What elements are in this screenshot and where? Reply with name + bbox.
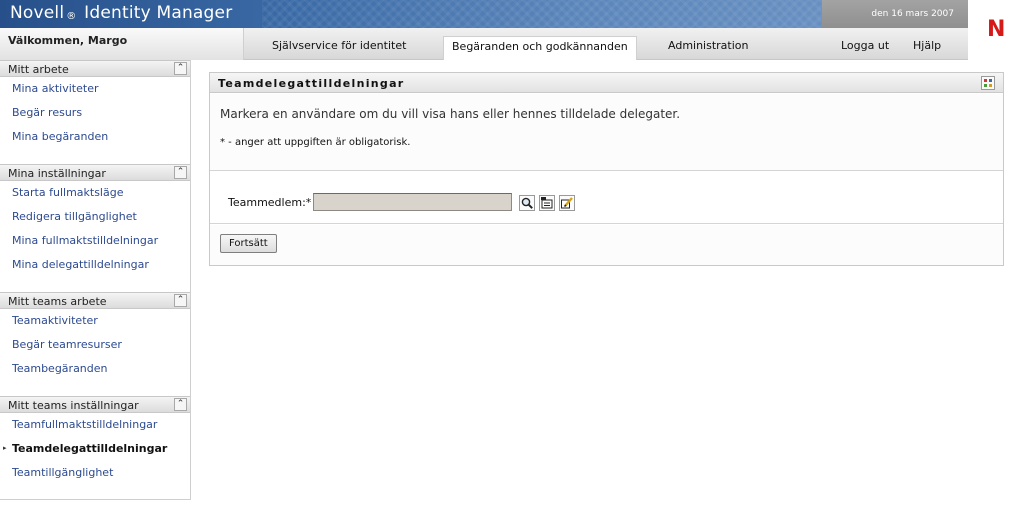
sidebar-section-my-work: Mitt arbete ⌃ Mina aktiviteter Begär res… bbox=[0, 60, 190, 149]
reset-edit-icon[interactable] bbox=[559, 195, 575, 211]
intro-area: Markera en användare om du vill visa han… bbox=[210, 94, 1003, 171]
sidebar-item-label: Starta fullmaktsläge bbox=[12, 186, 124, 199]
magnifier-icon[interactable] bbox=[519, 195, 535, 211]
sidebar-item-team-requests[interactable]: Teambegäranden bbox=[0, 357, 190, 381]
help-link[interactable]: Hjälp bbox=[913, 39, 941, 52]
sidebar-item-my-tasks[interactable]: Mina aktiviteter bbox=[0, 77, 190, 101]
sidebar-item-label: Teambegäranden bbox=[12, 362, 108, 375]
history-list-icon[interactable] bbox=[539, 195, 555, 211]
sidebar-section-title: Mitt teams inställningar bbox=[8, 399, 139, 412]
sidebar-item-request-resource[interactable]: Begär resurs bbox=[0, 101, 190, 125]
sidebar-item-label: Begär resurs bbox=[12, 106, 83, 119]
sidebar-section-header: Mina inställningar ⌃ bbox=[0, 164, 190, 181]
required-note: * - anger att uppgiften är obligatorisk. bbox=[220, 137, 411, 148]
team-member-label: Teammedlem:* bbox=[228, 196, 312, 209]
logo-area: N bbox=[968, 0, 1024, 60]
sidebar-item-label: Teamfullmaktstilldelningar bbox=[12, 418, 158, 431]
logout-link[interactable]: Logga ut bbox=[841, 39, 889, 52]
sidebar-item-label: Teamaktiviteter bbox=[12, 314, 98, 327]
tab-requests-approvals[interactable]: Begäranden och godkännanden bbox=[443, 36, 637, 60]
registered-mark: ® bbox=[66, 11, 77, 22]
sidebar-item-team-tasks[interactable]: Teamaktiviteter bbox=[0, 309, 190, 333]
app-title: Novell ® Identity Manager bbox=[10, 3, 232, 23]
welcome-text: Välkommen, Margo bbox=[8, 34, 128, 47]
sidebar-item-edit-availability[interactable]: Redigera tillgänglighet bbox=[0, 205, 190, 229]
page-title: Teamdelegattilldelningar bbox=[218, 77, 405, 90]
sidebar-item-label: Mina begäranden bbox=[12, 130, 109, 143]
collapse-icon[interactable]: ⌃ bbox=[174, 294, 187, 307]
tab-administration[interactable]: Administration bbox=[668, 39, 749, 52]
collapse-icon[interactable]: ⌃ bbox=[174, 398, 187, 411]
sidebar-section-my-settings: Mina inställningar ⌃ Starta fullmaktsläg… bbox=[0, 164, 190, 277]
sidebar-item-label: Mina delegattilldelningar bbox=[12, 258, 149, 271]
sidebar-item-label: Teamtillgänglighet bbox=[12, 466, 114, 479]
continue-button[interactable]: Fortsätt bbox=[220, 234, 277, 253]
tab-self-service[interactable]: Självservice för identitet bbox=[272, 39, 406, 52]
sidebar-section-header: Mitt teams inställningar ⌃ bbox=[0, 396, 190, 413]
novell-logo: N bbox=[987, 17, 1006, 42]
brand-name: Novell bbox=[10, 3, 65, 23]
panel-header: Teamdelegattilldelningar bbox=[210, 73, 1003, 93]
sidebar: Mitt arbete ⌃ Mina aktiviteter Begär res… bbox=[0, 60, 191, 500]
sidebar-item-label: Redigera tillgänglighet bbox=[12, 210, 137, 223]
sidebar-item-request-team-resources[interactable]: Begär teamresurser bbox=[0, 333, 190, 357]
sidebar-section-title: Mitt arbete bbox=[8, 63, 69, 76]
sidebar-item-label: Mina aktiviteter bbox=[12, 82, 99, 95]
sidebar-section-header: Mitt teams arbete ⌃ bbox=[0, 292, 190, 309]
main-panel: Teamdelegattilldelningar Markera en anvä… bbox=[209, 72, 1004, 266]
nav-bar: Välkommen, Margo Självservice för identi… bbox=[0, 28, 968, 60]
welcome-area: Välkommen, Margo bbox=[0, 28, 244, 60]
sidebar-item-label: Mina fullmaktstilldelningar bbox=[12, 234, 159, 247]
grid-menu-icon[interactable] bbox=[981, 76, 995, 90]
sidebar-item-my-delegate-assignments[interactable]: Mina delegattilldelningar bbox=[0, 253, 190, 277]
current-date: den 16 mars 2007 bbox=[871, 9, 954, 19]
sidebar-item-my-proxy-assignments[interactable]: Mina fullmaktstilldelningar bbox=[0, 229, 190, 253]
sidebar-section-title: Mina inställningar bbox=[8, 167, 106, 180]
sidebar-section-team-work: Mitt teams arbete ⌃ Teamaktiviteter Begä… bbox=[0, 292, 190, 381]
sidebar-item-team-availability[interactable]: Teamtillgänglighet bbox=[0, 461, 190, 485]
sidebar-item-label: Teamdelegattilldelningar bbox=[12, 442, 168, 455]
brand-product: Identity Manager bbox=[84, 3, 233, 23]
instructions-text: Markera en användare om du vill visa han… bbox=[220, 107, 681, 121]
team-member-input[interactable] bbox=[313, 193, 512, 211]
current-item-bullet: ▸ bbox=[3, 444, 7, 452]
form-row: Teammedlem:* bbox=[210, 172, 1003, 224]
sidebar-section-team-settings: Mitt teams inställningar ⌃ Teamfullmakts… bbox=[0, 396, 190, 485]
sidebar-section-title: Mitt teams arbete bbox=[8, 295, 107, 308]
sidebar-item-my-requests[interactable]: Mina begäranden bbox=[0, 125, 190, 149]
sidebar-item-team-proxy-assignments[interactable]: Teamfullmaktstilldelningar bbox=[0, 413, 190, 437]
collapse-icon[interactable]: ⌃ bbox=[174, 62, 187, 75]
sidebar-item-team-delegate-assignments[interactable]: ▸ Teamdelegattilldelningar bbox=[0, 437, 190, 461]
sidebar-item-start-proxy-mode[interactable]: Starta fullmaktsläge bbox=[0, 181, 190, 205]
collapse-icon[interactable]: ⌃ bbox=[174, 166, 187, 179]
app-header: Novell ® Identity Manager den 16 mars 200… bbox=[0, 0, 1024, 60]
date-box: den 16 mars 2007 bbox=[822, 0, 968, 28]
sidebar-section-header: Mitt arbete ⌃ bbox=[0, 60, 190, 77]
sidebar-item-label: Begär teamresurser bbox=[12, 338, 122, 351]
button-row: Fortsätt bbox=[210, 225, 1003, 265]
